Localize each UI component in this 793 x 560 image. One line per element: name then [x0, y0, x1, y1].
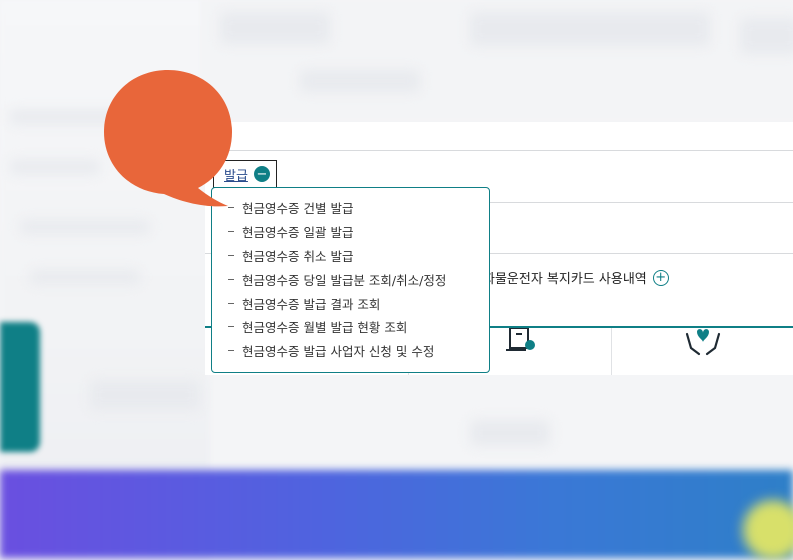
plus-circle-icon[interactable]: +: [652, 269, 669, 286]
blurred-header-item: [740, 18, 793, 54]
bullet-dash: [228, 231, 234, 233]
bullet-dash: [228, 254, 234, 256]
blurred-bottom-banner: [0, 470, 793, 558]
dropdown-item-label[interactable]: 현금영수증 취소 발급: [242, 246, 353, 265]
dropdown-item[interactable]: 현금영수증 건별 발급: [212, 196, 489, 220]
dropdown-item-label[interactable]: 현금영수증 일괄 발급: [242, 222, 353, 241]
service-card[interactable]: [611, 328, 793, 375]
blurred-header-item: [300, 70, 420, 92]
dropdown-item-label[interactable]: 현금영수증 월별 발급 현황 조회: [242, 317, 407, 336]
blurred-card: [90, 380, 200, 410]
blurred-card: [470, 420, 550, 446]
dropdown-item[interactable]: 현금영수증 발급 결과 조회: [212, 291, 489, 315]
dropdown-item-label[interactable]: 현금영수증 당일 발급분 조회/취소/정정: [242, 270, 446, 289]
dropdown-item-label[interactable]: 현금영수증 발급 사업자 신청 및 수정: [242, 341, 434, 360]
divider: [205, 150, 793, 151]
dropdown-item[interactable]: 현금영수증 월별 발급 현황 조회: [212, 315, 489, 339]
certificate-icon: [506, 328, 535, 351]
blurred-sidebar-item: [10, 160, 100, 174]
hands-heart-icon: [685, 329, 721, 356]
welfare-card-link[interactable]: 화물운전자 복지카드 사용내역 +: [483, 268, 669, 287]
speech-bubble-icon: [104, 70, 232, 207]
bullet-dash: [228, 302, 234, 304]
blurred-header-item: [220, 12, 330, 44]
bullet-dash: [228, 326, 234, 328]
dropdown-item-label[interactable]: 현금영수증 발급 결과 조회: [242, 294, 380, 313]
dropdown-item[interactable]: 현금영수증 당일 발급분 조회/취소/정정: [212, 267, 489, 291]
minus-circle-icon[interactable]: −: [253, 166, 270, 182]
welfare-card-label[interactable]: 화물운전자 복지카드 사용내역: [483, 268, 647, 287]
blurred-sidebar-item: [20, 220, 150, 234]
bullet-dash: [228, 278, 234, 280]
dropdown-item[interactable]: 현금영수증 발급 사업자 신청 및 수정: [212, 339, 489, 363]
issue-dropdown-menu: 현금영수증 건별 발급 현금영수증 일괄 발급 현금영수증 취소 발급 현금영수…: [211, 187, 490, 373]
dropdown-item-label[interactable]: 현금영수증 건별 발급: [242, 198, 353, 217]
bullet-dash: [228, 350, 234, 352]
blurred-teal-banner: [0, 322, 40, 452]
blurred-header-item: [470, 12, 710, 46]
dropdown-item[interactable]: 현금영수증 취소 발급: [212, 244, 489, 268]
blurred-sidebar-item: [30, 270, 140, 284]
dropdown-item[interactable]: 현금영수증 일괄 발급: [212, 220, 489, 244]
